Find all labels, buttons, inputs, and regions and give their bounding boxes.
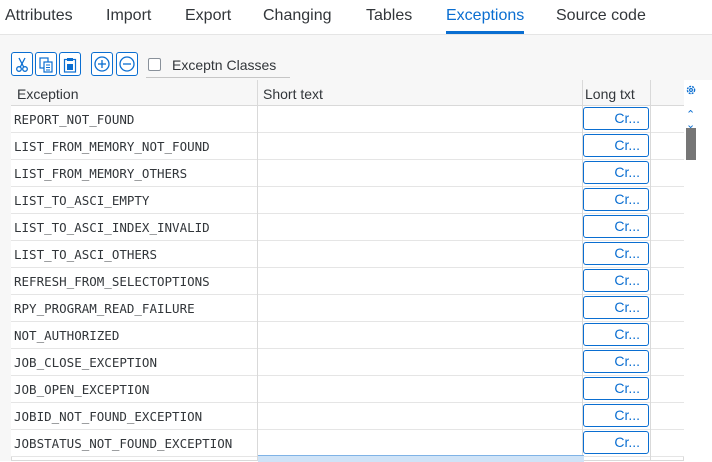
table-row[interactable]: JOBID_NOT_FOUND_EXCEPTION Cr...	[11, 403, 684, 430]
table-row[interactable]: LIST_FROM_MEMORY_NOT_FOUND Cr...	[11, 133, 684, 160]
tab-tables[interactable]: Tables	[366, 7, 412, 25]
column-divider	[582, 80, 583, 461]
copy-button[interactable]	[35, 52, 57, 76]
tab-import[interactable]: Import	[106, 7, 151, 25]
exception-name[interactable]: JOBSTATUS_NOT_FOUND_EXCEPTION	[14, 436, 232, 451]
create-long-text-button[interactable]: Cr...	[583, 134, 649, 157]
tab-export[interactable]: Export	[185, 7, 231, 25]
create-long-text-button[interactable]: Cr...	[583, 215, 649, 238]
column-divider	[650, 80, 651, 461]
insert-row-button[interactable]	[91, 52, 113, 76]
exception-name[interactable]: LIST_FROM_MEMORY_NOT_FOUND	[14, 139, 210, 154]
table-header: Exception Short text Long txt	[11, 80, 684, 106]
create-long-text-button[interactable]: Cr...	[583, 350, 649, 373]
exception-name[interactable]: LIST_TO_ASCI_INDEX_INVALID	[14, 220, 210, 235]
exception-name[interactable]: LIST_TO_ASCI_EMPTY	[14, 193, 149, 208]
paste-icon	[63, 58, 77, 73]
create-long-text-button[interactable]: Cr...	[583, 296, 649, 319]
short-text-cell[interactable]	[257, 268, 583, 294]
exception-name[interactable]: REPORT_NOT_FOUND	[14, 112, 134, 127]
create-long-text-button[interactable]: Cr...	[583, 323, 649, 346]
create-long-text-button[interactable]: Cr...	[583, 404, 649, 427]
exception-name[interactable]: JOB_OPEN_EXCEPTION	[14, 382, 149, 397]
column-header-short-text[interactable]: Short text	[263, 86, 323, 102]
minus-circle-icon	[119, 56, 135, 72]
exception-name[interactable]: NOT_AUTHORIZED	[14, 328, 119, 343]
copy-icon	[39, 57, 53, 73]
short-text-cell[interactable]	[257, 295, 583, 321]
cut-button[interactable]	[11, 52, 33, 76]
exception-name[interactable]: REFRESH_FROM_SELECTOPTIONS	[14, 274, 210, 289]
table-row[interactable]: LIST_TO_ASCI_EMPTY Cr...	[11, 187, 684, 214]
table-row[interactable]: LIST_FROM_MEMORY_OTHERS Cr...	[11, 160, 684, 187]
column-header-long-txt[interactable]: Long txt	[585, 86, 635, 102]
table-row[interactable]: LIST_TO_ASCI_INDEX_INVALID Cr...	[11, 214, 684, 241]
gear-icon[interactable]	[685, 84, 697, 96]
column-header-exception[interactable]: Exception	[17, 86, 78, 102]
exception-name[interactable]: JOBID_NOT_FOUND_EXCEPTION	[14, 409, 202, 424]
checkbox-underline	[146, 77, 290, 78]
paste-button[interactable]	[59, 52, 81, 76]
create-long-text-button[interactable]: Cr...	[583, 161, 649, 184]
table-row[interactable]: REPORT_NOT_FOUND Cr...	[11, 106, 684, 133]
short-text-cell[interactable]	[257, 106, 583, 132]
short-text-cell[interactable]	[257, 241, 583, 267]
exception-name[interactable]: LIST_TO_ASCI_OTHERS	[14, 247, 157, 262]
exception-name[interactable]: LIST_FROM_MEMORY_OTHERS	[14, 166, 187, 181]
short-text-cell[interactable]	[257, 160, 583, 186]
tab-bar: Attributes Import Export Changing Tables…	[0, 0, 712, 34]
scrollbar-thumb[interactable]	[686, 128, 696, 160]
column-divider	[257, 80, 258, 461]
short-text-cell[interactable]	[257, 376, 583, 402]
create-long-text-button[interactable]: Cr...	[583, 269, 649, 292]
tab-exceptions[interactable]: Exceptions	[446, 7, 524, 25]
table-row[interactable]: REFRESH_FROM_SELECTOPTIONS Cr...	[11, 268, 684, 295]
short-text-cell[interactable]	[257, 322, 583, 348]
short-text-cell[interactable]	[257, 430, 583, 456]
exception-classes-checkbox[interactable]	[148, 58, 161, 71]
create-long-text-button[interactable]: Cr...	[583, 242, 649, 265]
short-text-cell[interactable]	[257, 403, 583, 429]
create-long-text-button[interactable]: Cr...	[583, 431, 649, 454]
tab-changing[interactable]: Changing	[263, 7, 332, 25]
tab-source-code[interactable]: Source code	[556, 7, 646, 25]
table-row[interactable]: JOBSTATUS_NOT_FOUND_EXCEPTION Cr...	[11, 430, 684, 457]
exception-classes-label: Exceptn Classes	[172, 57, 277, 73]
table-row[interactable]: JOB_OPEN_EXCEPTION Cr...	[11, 376, 684, 403]
table-row[interactable]: LIST_TO_ASCI_OTHERS Cr...	[11, 241, 684, 268]
tab-attributes[interactable]: Attributes	[5, 7, 73, 25]
table-row[interactable]: RPY_PROGRAM_READ_FAILURE Cr...	[11, 295, 684, 322]
scissors-icon	[16, 57, 28, 72]
create-long-text-button[interactable]: Cr...	[583, 188, 649, 211]
short-text-cell[interactable]	[257, 187, 583, 213]
short-text-cell[interactable]	[257, 133, 583, 159]
exception-name[interactable]: JOB_CLOSE_EXCEPTION	[14, 355, 157, 370]
create-long-text-button[interactable]: Cr...	[583, 377, 649, 400]
exception-name[interactable]: RPY_PROGRAM_READ_FAILURE	[14, 301, 195, 316]
short-text-cell[interactable]	[257, 214, 583, 240]
delete-row-button[interactable]	[116, 52, 138, 76]
short-text-cell[interactable]	[257, 349, 583, 375]
create-long-text-button[interactable]: Cr...	[583, 107, 649, 130]
plus-circle-icon	[94, 56, 110, 72]
table-row[interactable]: NOT_AUTHORIZED Cr...	[11, 322, 684, 349]
table-row[interactable]: JOB_CLOSE_EXCEPTION Cr...	[11, 349, 684, 376]
